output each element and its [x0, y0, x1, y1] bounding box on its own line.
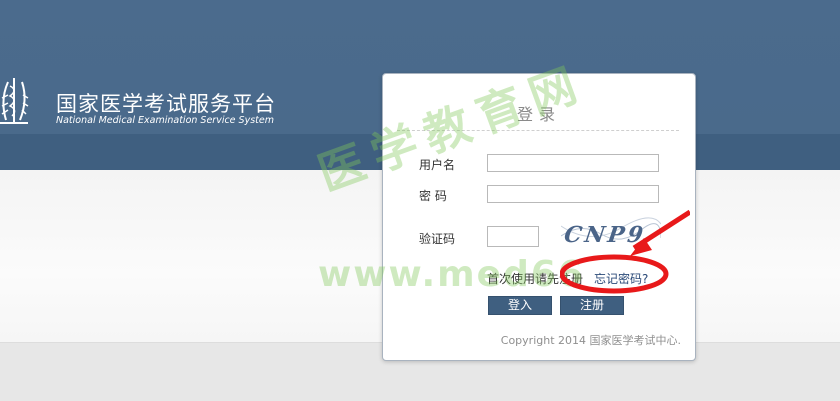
copyright-text: Copyright 2014 国家医学考试中心. [500, 334, 681, 347]
brand-title-cn: 国家医学考试服务平台 [56, 92, 276, 116]
watermark-url: www.med66 [318, 254, 585, 295]
captcha-image[interactable]: CNP9 [561, 216, 661, 250]
forgot-password-link[interactable]: 忘记密码? [594, 272, 648, 286]
username-input[interactable] [487, 154, 659, 172]
captcha-text: CNP9 [563, 222, 648, 248]
register-button[interactable]: 注册 [560, 296, 624, 315]
password-label: 密 码 [419, 189, 447, 203]
medical-emblem-icon [0, 78, 29, 124]
brand-title-en: National Medical Examination Service Sys… [56, 115, 274, 126]
captcha-label: 验证码 [419, 232, 456, 246]
login-button[interactable]: 登入 [488, 296, 552, 315]
forgot-password-row: 忘记密码? [594, 270, 648, 287]
captcha-input[interactable] [487, 226, 539, 247]
password-input[interactable] [487, 185, 659, 203]
